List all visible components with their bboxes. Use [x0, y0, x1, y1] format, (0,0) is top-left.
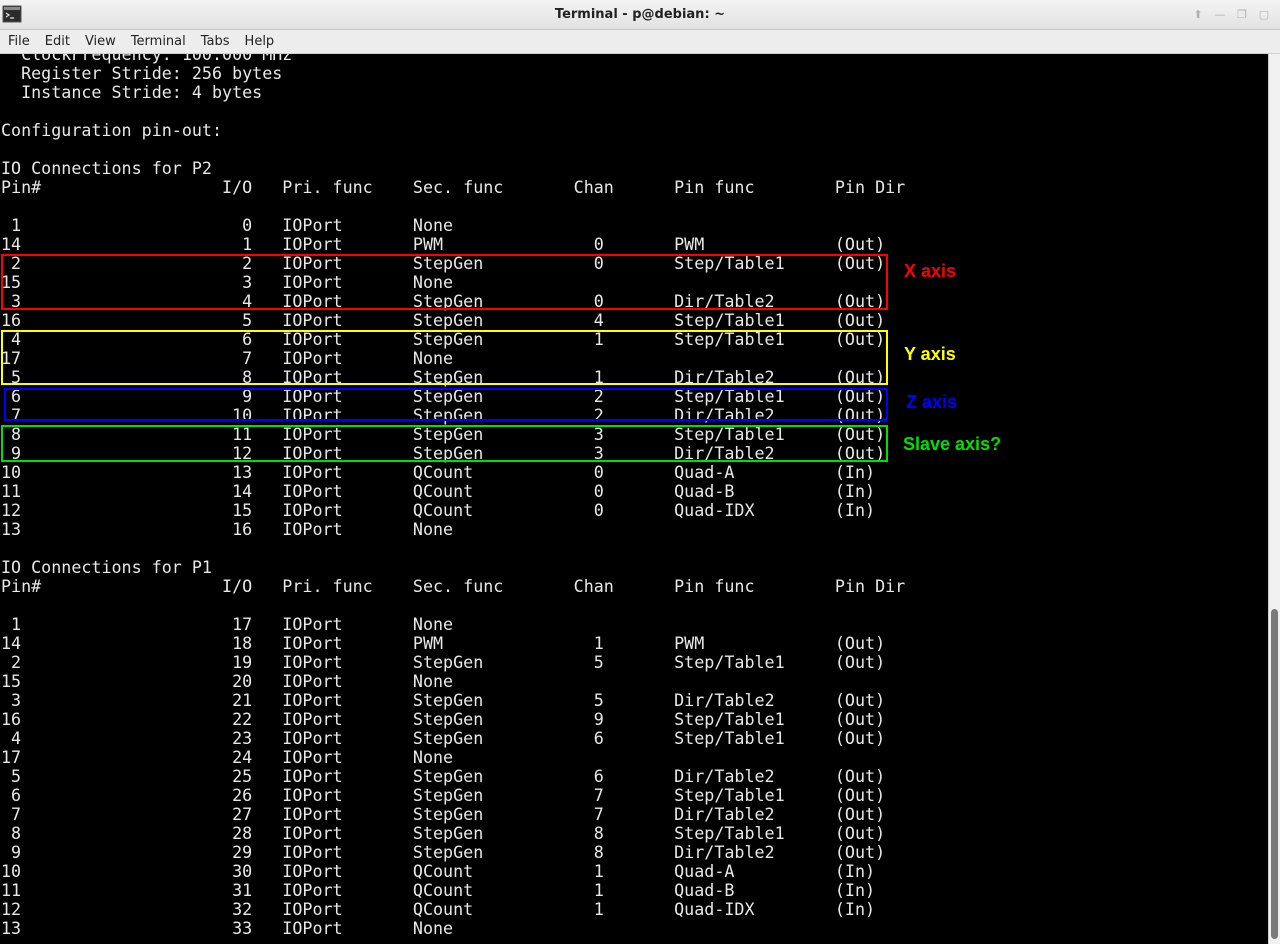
terminal-line: 2 19 IOPort StepGen 5 Step/Table1 (Out): [1, 652, 886, 672]
terminal-line: 4 23 IOPort StepGen 6 Step/Table1 (Out): [1, 728, 886, 748]
slave-axis-highlight-box: [1, 425, 888, 462]
terminal-line: 8 28 IOPort StepGen 8 Step/Table1 (Out): [1, 823, 886, 843]
vertical-scrollbar[interactable]: [1268, 54, 1280, 944]
terminal-lines: ClockFrequency: 100.000 MHz Register Str…: [1, 54, 905, 938]
terminal-line: 12 32 IOPort QCount 1 Quad-IDX (In): [1, 899, 876, 919]
terminal-line: Instance Stride: 4 bytes: [1, 82, 263, 102]
terminal-line: 16 5 IOPort StepGen 4 Step/Table1 (Out): [1, 310, 886, 330]
maximize-icon[interactable]: ▢: [1254, 4, 1274, 24]
terminal-line: 14 1 IOPort PWM 0 PWM (Out): [1, 234, 886, 254]
terminal-line: 17 24 IOPort None: [1, 747, 454, 767]
terminal-line: 10 13 IOPort QCount 0 Quad-A (In): [1, 462, 876, 482]
y-axis-highlight-box: [1, 330, 888, 385]
window-controls: ⬆ — ❐ ▢: [1188, 4, 1274, 26]
terminal-output[interactable]: ClockFrequency: 100.000 MHz Register Str…: [0, 54, 1268, 944]
terminal-line: Pin# I/O Pri. func Sec. func Chan Pin fu…: [1, 576, 906, 596]
terminal-line: 13 33 IOPort None: [1, 918, 454, 938]
minimize-icon[interactable]: —: [1210, 4, 1230, 24]
menu-help[interactable]: Help: [237, 31, 282, 53]
terminal-line: Register Stride: 256 bytes: [1, 63, 283, 83]
menu-view[interactable]: View: [77, 31, 123, 53]
terminal-line: Configuration pin-out:: [1, 120, 223, 140]
scrollbar-thumb[interactable]: [1271, 609, 1278, 939]
terminal-line: 9 29 IOPort StepGen 8 Dir/Table2 (Out): [1, 842, 886, 862]
terminal-line: 13 16 IOPort None: [1, 519, 454, 539]
terminal-line: 1 17 IOPort None: [1, 614, 454, 634]
terminal-line: 6 26 IOPort StepGen 7 Step/Table1 (Out): [1, 785, 886, 805]
menu-bar: File Edit View Terminal Tabs Help: [0, 30, 1280, 54]
slave-axis-label: Slave axis?: [903, 434, 1002, 454]
terminal-line: 14 18 IOPort PWM 1 PWM (Out): [1, 633, 886, 653]
terminal-line: 3 21 IOPort StepGen 5 Dir/Table2 (Out): [1, 690, 886, 710]
scroll-up-icon[interactable]: ⬆: [1188, 4, 1208, 24]
menu-terminal[interactable]: Terminal: [123, 31, 193, 53]
z-axis-highlight-box: [4, 388, 888, 421]
y-axis-label: Y axis: [904, 344, 956, 364]
terminal-line: 12 15 IOPort QCount 0 Quad-IDX (In): [1, 500, 876, 520]
terminal-line: 7 27 IOPort StepGen 7 Dir/Table2 (Out): [1, 804, 886, 824]
title-bar[interactable]: Terminal - p@debian: ~ ⬆ — ❐ ▢: [0, 0, 1280, 30]
window-title: Terminal - p@debian: ~: [554, 7, 726, 22]
menu-tabs[interactable]: Tabs: [193, 31, 237, 53]
z-axis-label: Z axis: [906, 392, 958, 412]
terminal-line: 5 25 IOPort StepGen 6 Dir/Table2 (Out): [1, 766, 886, 786]
terminal-line: IO Connections for P1: [1, 557, 212, 577]
terminal-line: 16 22 IOPort StepGen 9 Step/Table1 (Out): [1, 709, 886, 729]
terminal-line: 11 14 IOPort QCount 0 Quad-B (In): [1, 481, 876, 501]
terminal-line: Pin# I/O Pri. func Sec. func Chan Pin fu…: [1, 177, 906, 197]
restore-icon[interactable]: ❐: [1232, 4, 1252, 24]
terminal-line: 10 30 IOPort QCount 1 Quad-A (In): [1, 861, 876, 881]
terminal-line: 15 20 IOPort None: [1, 671, 454, 691]
terminal-line: 1 0 IOPort None: [1, 215, 454, 235]
terminal-line: IO Connections for P2: [1, 158, 212, 178]
x-axis-highlight-box: [1, 254, 888, 310]
x-axis-label: X axis: [904, 261, 957, 281]
menu-file[interactable]: File: [0, 31, 37, 53]
terminal-line: 11 31 IOPort QCount 1 Quad-B (In): [1, 880, 876, 900]
menu-edit[interactable]: Edit: [37, 31, 77, 53]
